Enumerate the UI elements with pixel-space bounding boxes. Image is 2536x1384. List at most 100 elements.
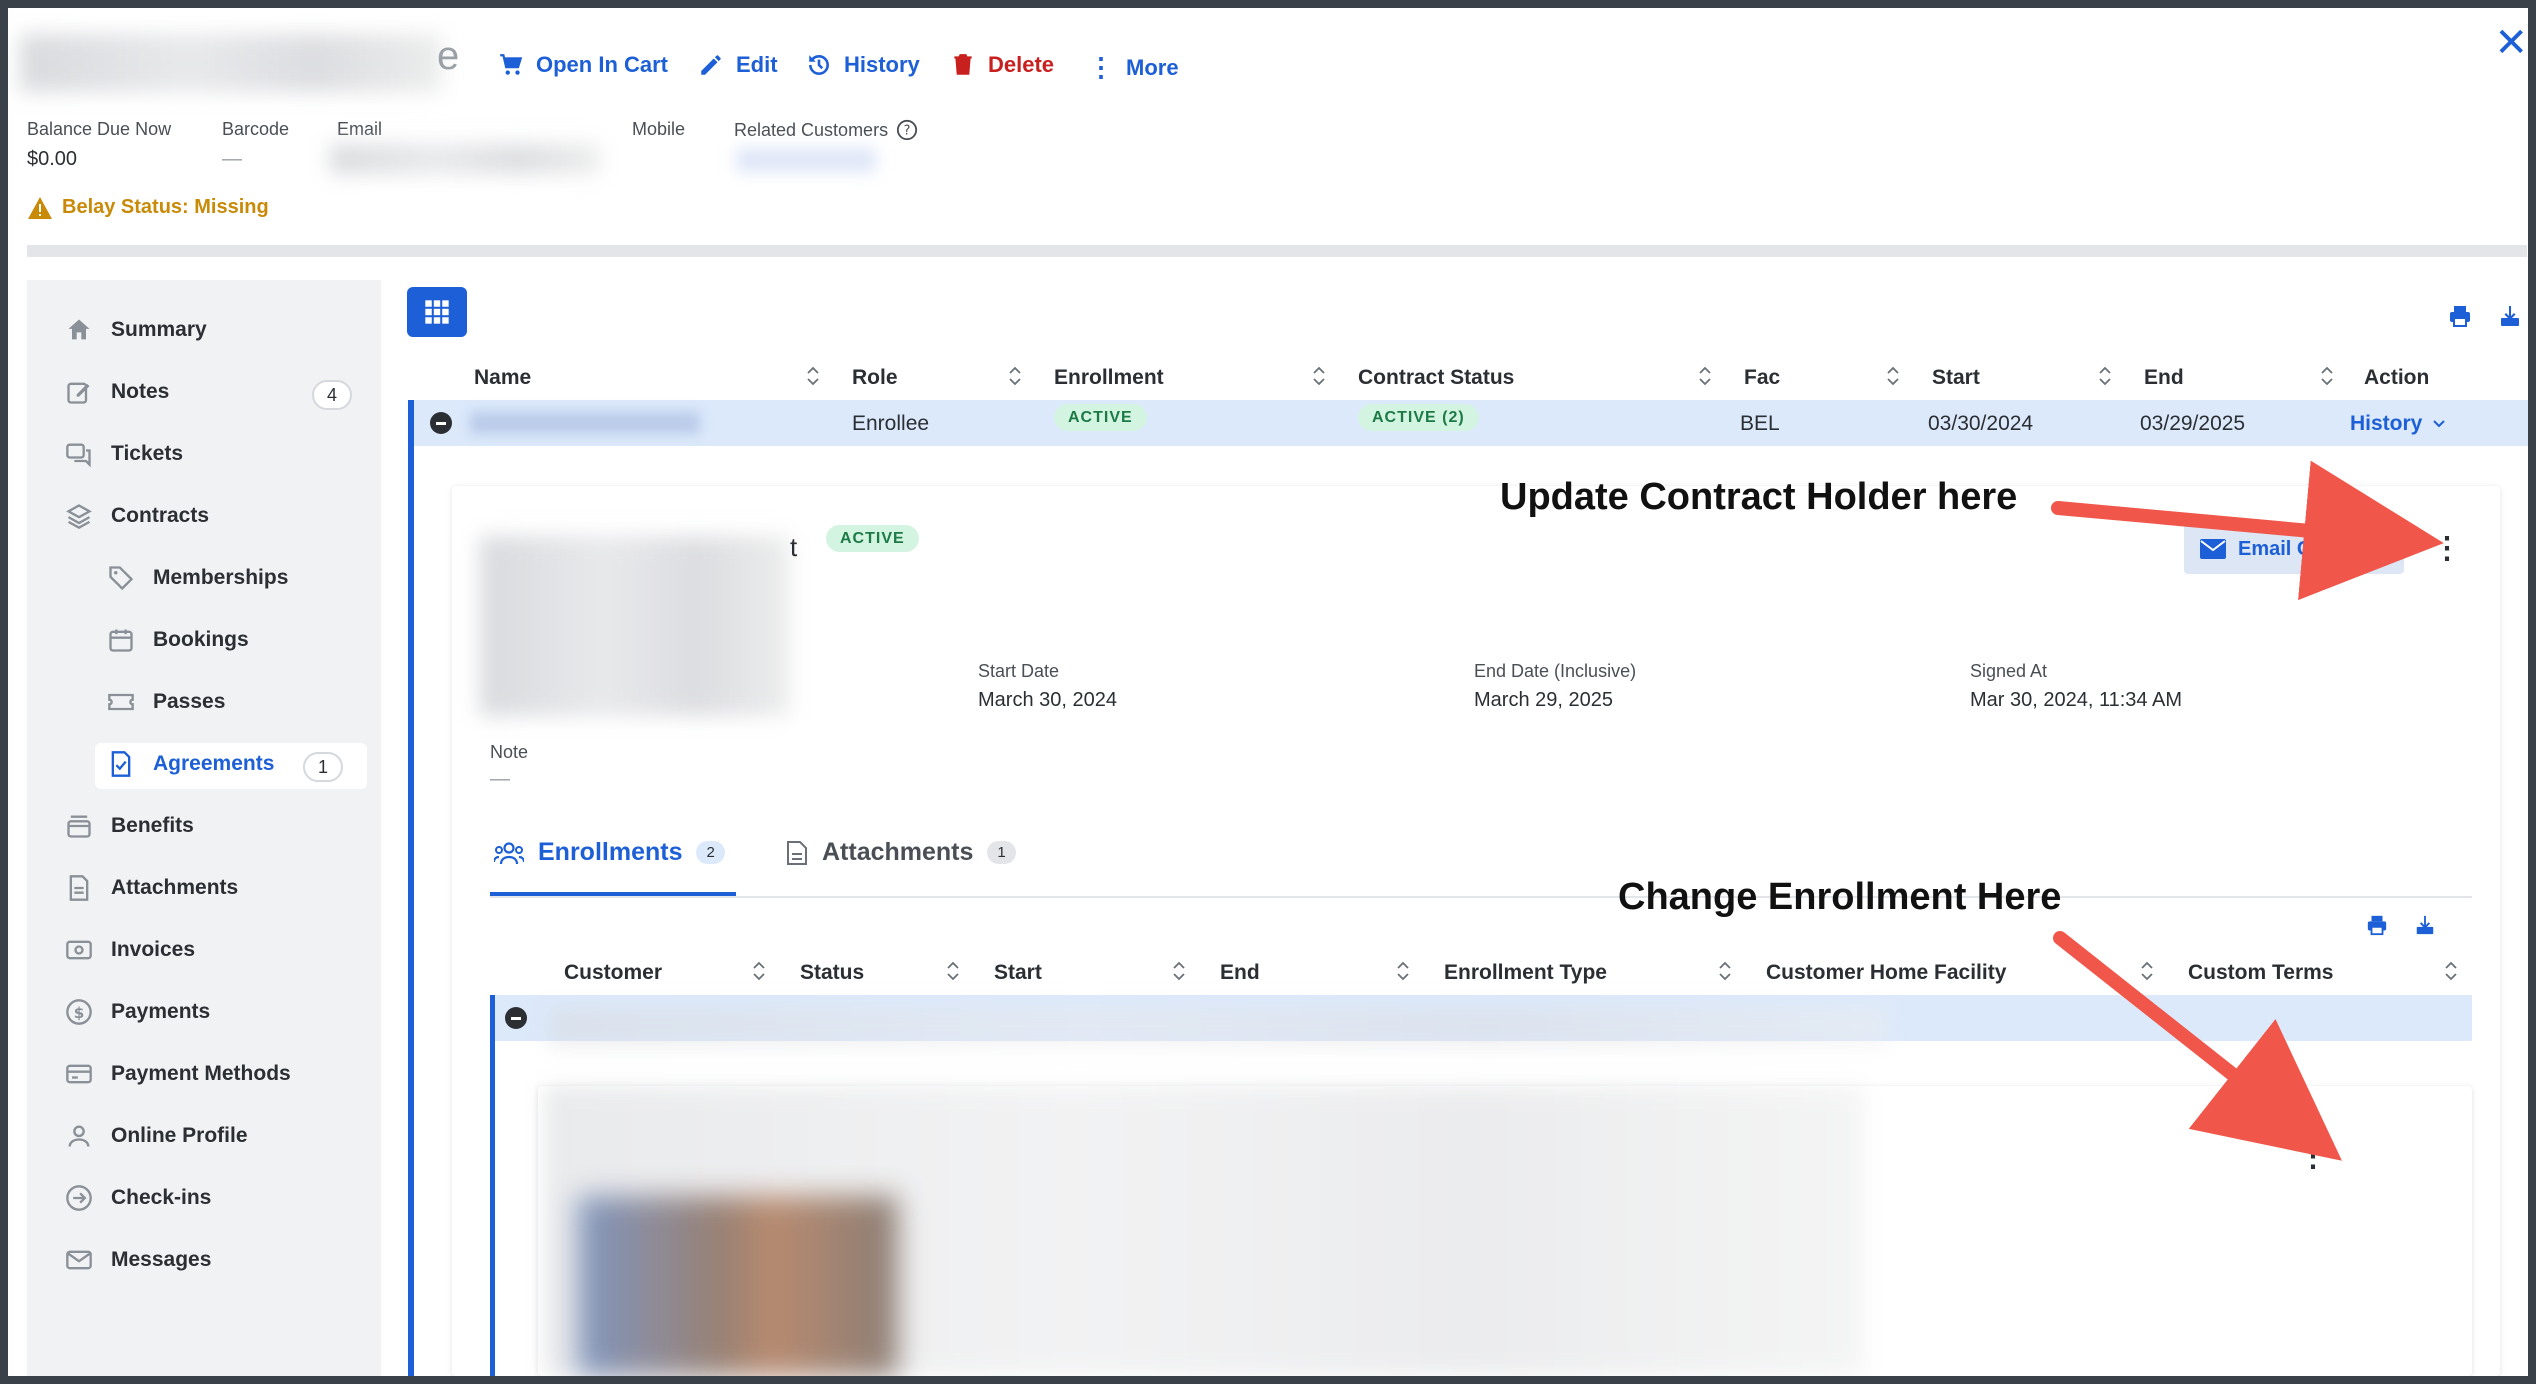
sort-icon[interactable]	[2140, 960, 2154, 982]
sidebar-label: Invoices	[111, 938, 196, 961]
sort-icon[interactable]	[2320, 365, 2334, 387]
trash-icon	[954, 54, 972, 75]
calendar-icon	[109, 629, 133, 652]
related-customers-redacted	[736, 148, 876, 172]
note-label: Note	[490, 742, 529, 762]
sidebar-item-passes[interactable]: Passes	[107, 688, 225, 716]
tab-enrollments[interactable]: Enrollments 2	[494, 838, 725, 867]
sort-icon[interactable]	[1172, 960, 1186, 982]
open-in-cart-button[interactable]: Open In Cart	[498, 52, 668, 78]
end-date-value: March 29, 2025	[1474, 689, 1613, 711]
column-home-facility[interactable]: Customer Home Facility	[1766, 961, 2006, 985]
sidebar-item-tickets[interactable]: Tickets	[65, 440, 183, 468]
sort-icon[interactable]	[1312, 365, 1326, 387]
column-start[interactable]: Start	[1932, 366, 1980, 390]
column-name[interactable]: Name	[474, 366, 531, 390]
edit-label: Edit	[736, 52, 778, 77]
sort-icon[interactable]	[1886, 365, 1900, 387]
header-divider	[27, 245, 2527, 257]
email-contract-button[interactable]: Email Contract	[2184, 524, 2404, 574]
dollar-circle-icon: $	[66, 999, 92, 1025]
sidebar-label: Payment Methods	[111, 1062, 291, 1085]
envelope-icon	[66, 1250, 92, 1270]
sort-icon[interactable]	[1718, 960, 1732, 982]
belay-status-warning: Belay Status: Missing	[28, 196, 269, 219]
sort-icon[interactable]	[1008, 365, 1022, 387]
print-icon[interactable]	[2448, 304, 2472, 328]
contract-kebab-menu-icon[interactable]: ⋮	[2432, 534, 2462, 564]
related-customers-label: Related Customers	[734, 119, 889, 140]
column-end[interactable]: End	[2144, 366, 2184, 390]
sort-icon[interactable]	[1396, 960, 1410, 982]
sidebar: Summary Notes 4 Tickets Contracts Member…	[27, 280, 381, 1376]
sidebar-item-invoices[interactable]: Invoices	[65, 936, 195, 964]
edit-button[interactable]: Edit	[698, 52, 778, 78]
close-icon[interactable]: ✕	[2494, 20, 2528, 66]
signed-at-value: Mar 30, 2024, 11:34 AM	[1970, 689, 2182, 711]
column-start[interactable]: Start	[994, 961, 1042, 985]
sort-icon[interactable]	[2444, 960, 2458, 982]
download-icon[interactable]	[2414, 914, 2436, 936]
column-customer[interactable]: Customer	[564, 961, 662, 985]
enrollment-kebab-menu-icon[interactable]: ⋮	[2298, 1142, 2328, 1172]
sidebar-label: Contracts	[111, 504, 210, 527]
file-icon	[787, 840, 807, 865]
column-fac[interactable]: Fac	[1744, 366, 1780, 390]
more-button[interactable]: ⋮ More	[1088, 52, 1179, 83]
sidebar-item-attachments[interactable]: Attachments	[65, 874, 238, 902]
sidebar-item-agreements[interactable]: Agreements	[107, 750, 274, 778]
history-button[interactable]: History	[806, 52, 920, 78]
sidebar-item-payment-methods[interactable]: Payment Methods	[65, 1060, 291, 1088]
sidebar-item-summary[interactable]: Summary	[65, 316, 207, 344]
end-date-label: End Date (Inclusive)	[1474, 661, 1637, 681]
sort-icon[interactable]	[946, 960, 960, 982]
column-enrollment[interactable]: Enrollment	[1054, 366, 1164, 390]
column-enrollment-type[interactable]: Enrollment Type	[1444, 961, 1607, 985]
help-circle-icon[interactable]: ?	[896, 119, 918, 141]
sidebar-item-payments[interactable]: $ Payments	[65, 998, 210, 1026]
annotation-update-holder: Update Contract Holder here	[1500, 476, 2018, 518]
sort-icon[interactable]	[752, 960, 766, 982]
sidebar-label: Benefits	[111, 814, 194, 837]
column-grid-button[interactable]	[407, 287, 467, 337]
envelope-icon	[2200, 539, 2226, 559]
sidebar-item-online-profile[interactable]: Online Profile	[65, 1122, 248, 1150]
home-icon	[68, 319, 90, 340]
tab-attachments-label: Attachments	[822, 838, 974, 866]
sidebar-item-contracts[interactable]: Contracts	[65, 502, 209, 530]
row-history-dropdown[interactable]: History	[2350, 412, 2446, 436]
download-icon[interactable]	[2498, 304, 2522, 328]
collapse-row-icon[interactable]	[430, 412, 452, 434]
annotation-change-enrollment: Change Enrollment Here	[1618, 876, 2062, 918]
column-custom-terms[interactable]: Custom Terms	[2188, 961, 2333, 985]
related-customers[interactable]: Related Customers ?	[734, 119, 918, 141]
column-end[interactable]: End	[1220, 961, 1260, 985]
sidebar-item-messages[interactable]: Messages	[65, 1246, 211, 1274]
balance-label: Balance Due Now	[27, 119, 172, 139]
sidebar-label: Memberships	[153, 566, 289, 589]
print-icon[interactable]	[2366, 914, 2388, 936]
sidebar-item-notes[interactable]: Notes	[65, 378, 169, 406]
sidebar-label: Tickets	[111, 442, 183, 465]
contract-active-badge: ACTIVE	[826, 525, 919, 552]
sidebar-label: Summary	[111, 318, 207, 341]
tab-attachments[interactable]: Attachments 1	[786, 838, 1016, 867]
sort-icon[interactable]	[1698, 365, 1712, 387]
sort-icon[interactable]	[2098, 365, 2112, 387]
delete-label: Delete	[988, 52, 1055, 77]
delete-button[interactable]: Delete	[950, 52, 1054, 78]
column-role[interactable]: Role	[852, 366, 898, 390]
sort-icon[interactable]	[806, 365, 820, 387]
sidebar-item-check-ins[interactable]: Check-ins	[65, 1184, 211, 1212]
ticket-icon	[108, 693, 134, 711]
sidebar-item-benefits[interactable]: Benefits	[65, 812, 194, 840]
table-row[interactable]: Enrollee ACTIVE ACTIVE (2) BEL 03/30/202…	[414, 400, 2528, 446]
collapse-row-icon[interactable]	[505, 1007, 527, 1029]
sidebar-item-memberships[interactable]: Memberships	[107, 564, 288, 592]
column-status[interactable]: Status	[800, 961, 864, 985]
sidebar-item-bookings[interactable]: Bookings	[107, 626, 249, 654]
column-contract-status[interactable]: Contract Status	[1358, 366, 1514, 390]
tab-attachments-count: 1	[987, 841, 1016, 864]
row-name-redacted	[470, 412, 700, 434]
arrow-circle-icon	[66, 1185, 92, 1211]
